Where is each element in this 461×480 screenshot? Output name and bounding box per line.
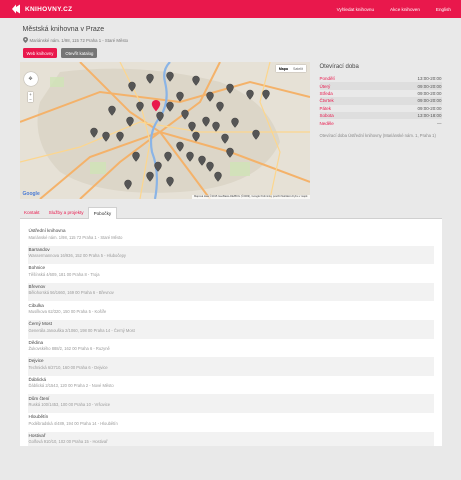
pan-control[interactable]: ✥ [23,72,38,86]
branch-item[interactable]: Ústřední knihovna Mariánské nám. 1/98, 11… [28,227,434,246]
zoom-out-button[interactable]: − [28,97,33,102]
nav-search-library[interactable]: Vyhledat knihovnu [337,7,374,12]
branch-item[interactable]: Dejvice Technická 6/2710, 160 00 Praha 6 … [27,357,434,376]
tab-branches[interactable]: Pobočky [88,207,117,219]
branch-item[interactable]: Ďáblická Ďáblická 2/1543, 120 00 Praha 2 … [28,376,434,395]
branch-item[interactable]: Hostivař Golfová 910/10, 102 00 Praha 15 … [27,431,434,446]
tab-services[interactable]: Služby a projekty [44,207,88,218]
hours-time: 09:00-20:00 [417,83,442,89]
logo-text: KNIHOVNY.CZ [25,5,73,13]
nav-english[interactable]: English [436,7,451,12]
map-type-map[interactable]: Mapa [276,65,290,72]
hours-day: Středa [319,90,333,96]
hours-day: Pátek [319,105,332,111]
page-title: Městská knihovna v Praze [22,26,105,33]
branch-list: Ústřední knihovna Mariánské nám. 1/98, 11… [27,227,434,446]
hours-row: Úterý 09:00-20:00 [319,82,442,90]
branch-address: Ďáblická 2/1543, 120 00 Praha 2 - Nové M… [28,383,114,389]
address-text: Mariánské nám. 1/98, 115 72 Praha 1 - St… [29,37,129,43]
branch-item[interactable]: Barrandov Wassermannova 16/936, 152 00 Pr… [27,245,434,265]
hours-time: 09:00-20:00 [417,105,442,111]
branches-panel: Ústřední knihovna Mariánské nám. 1/98, 11… [19,219,442,446]
branch-item[interactable]: Břevnov Bělohorská 56/1660, 169 00 Praha … [27,282,434,302]
hours-day: Sobota [319,113,334,119]
branch-address: Podébradská 4/489, 194 00 Praha 14 - Hlo… [28,420,118,426]
branch-address: Ruská 100/1453, 100 00 Praha 10 - Vršovi… [28,402,111,408]
branch-item[interactable]: Černý Most Generála Janouška 2/1060, 198 … [27,319,434,339]
opening-hours: Otevírací doba Pondělí 13:00-20:00 Úterý 09… [319,62,442,199]
hours-row: Sobota 13:00-18:00 [319,111,442,120]
branch-address: Mariánské nám. 1/98, 115 72 Praha 1 - St… [28,234,123,240]
site-logo[interactable]: KNIHOVNY.CZ [10,3,72,15]
hours-note: Otevírací doba Ústřední knihovny (Marián… [319,132,436,138]
library-header: Městská knihovna v Praze Mariánské nám. … [20,18,442,58]
branch-address: Bělohorská 56/1660, 169 00 Praha 6 - Bře… [28,290,114,296]
hours-row: Středa 09:00-20:00 [320,90,442,97]
map-canvas [19,62,310,199]
branch-address: Žukovského 888/2, 162 00 Praha 6 - Ruzyn… [28,346,110,352]
google-logo: Google [22,191,40,197]
map-type-switch: Mapa Satelit [276,65,306,72]
hours-day: Úterý [319,83,331,89]
map-type-satellite[interactable]: Satelit [291,65,306,72]
branch-item[interactable]: Hloubětín Podébradská 4/489, 194 00 Praha… [28,413,434,432]
branch-item[interactable]: Bohnice Těšínská 4/609, 181 00 Praha 8 - … [28,264,434,283]
hours-row: Pátek 09:00-20:00 [320,105,442,112]
tab-contact[interactable]: Kontakt [20,207,45,218]
hours-day: Neděle [319,120,334,126]
hours-time: 09:00-20:00 [417,98,442,104]
map-pin-icon [22,37,28,43]
zoom-control: + − [28,92,33,102]
web-button[interactable]: Web knihovny [22,48,58,58]
branches-map[interactable]: Mapa Satelit ✥ + − Google Mapová data ©2… [19,62,310,199]
tab-bar: Kontakt Služby a projekty Pobočky [19,207,442,219]
branch-address: Technická 6/2710, 160 00 Praha 6 - Dejvi… [28,364,108,370]
catalog-button[interactable]: Otevřít katalog [61,48,98,58]
logo-icon [12,4,20,14]
branch-address: Musílkova 62/320, 150 00 Praha 5 - Košíř… [28,309,107,315]
top-bar: KNIHOVNY.CZ Vyhledat knihovnu Akce kniho… [0,0,461,18]
hours-title: Otevírací doba [319,64,359,70]
hours-time: 13:00-18:00 [417,113,442,119]
hours-time: 13:00-20:00 [417,76,442,82]
branch-address: Generála Janouška 2/1060, 198 00 Praha 1… [28,327,135,333]
branch-item[interactable]: Cibulka Musílkova 62/320, 150 00 Praha 5 … [28,301,434,320]
branch-address: Wassermannova 16/936, 152 00 Praha 5 - H… [28,253,126,259]
hours-day: Čtvrtek [319,98,334,104]
branch-item[interactable]: Dům čtení Ruská 100/1453, 100 00 Praha 10… [27,394,434,413]
branch-item[interactable]: Dědina Žukovského 888/2, 162 00 Praha 6 -… [28,339,434,358]
map-attribution: Mapová data ©2015 GeoBasis-DE/BKG (©2009… [191,194,310,199]
hours-row: Neděle — [320,119,442,126]
branch-address: Těšínská 4/609, 181 00 Praha 8 - Troja [28,271,100,277]
library-address: Mariánské nám. 1/98, 115 72 Praha 1 - St… [22,37,439,43]
branch-address: Golfová 910/10, 102 00 Praha 15 - Hostiv… [28,439,108,445]
nav-library-events[interactable]: Akce knihoven [390,7,420,12]
hours-day: Pondělí [319,76,335,82]
hours-row: Čtvrtek 09:00-20:00 [319,97,442,105]
hours-time: 09:00-20:00 [417,90,442,96]
top-nav: Vyhledat knihovnu Akce knihoven English [337,7,451,12]
hours-time: — [437,120,442,126]
hours-row: Pondělí 13:00-20:00 [320,75,442,82]
